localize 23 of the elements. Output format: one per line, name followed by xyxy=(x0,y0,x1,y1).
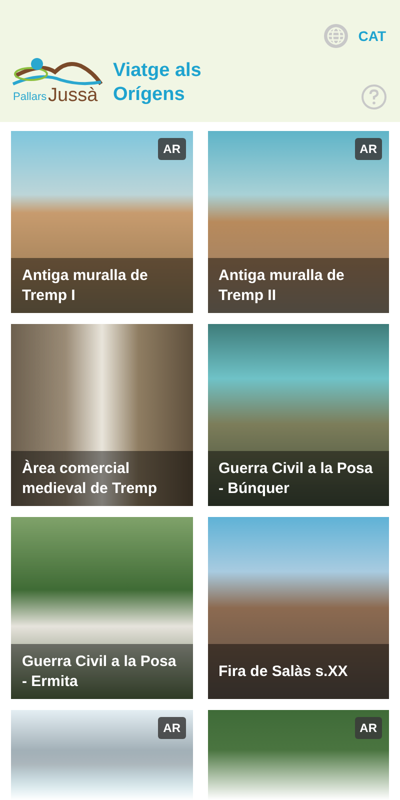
logo-text: Jussà xyxy=(48,86,98,105)
globe-icon xyxy=(324,24,348,48)
card-title: Fira de Salàs s.XX xyxy=(218,662,348,682)
experience-card[interactable]: Fira de Salàs s.XX xyxy=(208,517,389,699)
experience-card[interactable]: AR xyxy=(11,710,192,800)
experience-card[interactable]: Àrea comercial medieval de Tremp xyxy=(11,324,192,506)
logo-text: Pallars xyxy=(13,92,47,103)
experience-card[interactable]: Guerra Civil a la Posa - Búnquer xyxy=(208,324,389,506)
card-title: Guerra Civil a la Posa - Ermita xyxy=(22,652,178,692)
help-icon[interactable] xyxy=(361,84,387,110)
app-title: Viatge als Orígens xyxy=(113,59,202,107)
card-title: Antiga muralla de Tremp I xyxy=(22,266,149,306)
experience-card[interactable]: AR xyxy=(208,710,389,800)
experience-card[interactable]: AR Antiga muralla de Tremp II xyxy=(208,131,389,313)
card-title: Guerra Civil a la Posa - Búnquer xyxy=(218,458,374,498)
card-title: Àrea comercial medieval de Tremp xyxy=(22,458,158,498)
experience-card[interactable]: Guerra Civil a la Posa - Ermita xyxy=(11,517,192,699)
ar-badge: AR xyxy=(354,138,382,160)
experience-card[interactable]: AR Antiga muralla de Tremp I xyxy=(11,131,192,313)
ar-badge: AR xyxy=(354,717,382,739)
ar-badge: AR xyxy=(158,138,186,160)
ar-badge: AR xyxy=(158,717,186,739)
card-title: Antiga muralla de Tremp II xyxy=(218,266,346,306)
